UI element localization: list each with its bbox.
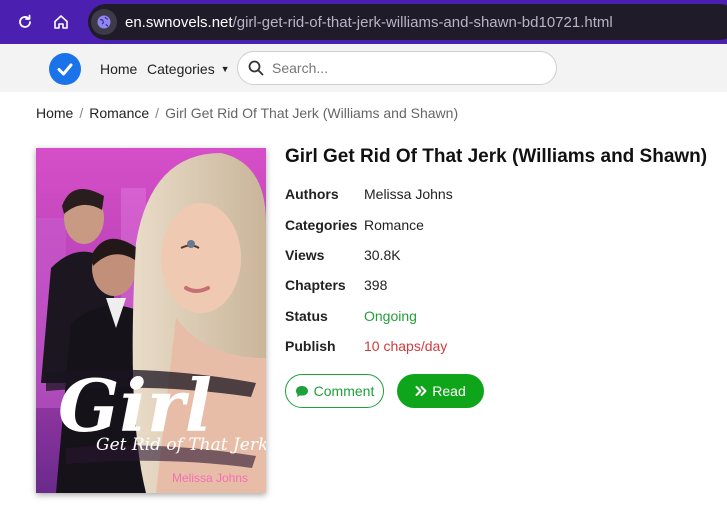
site-logo[interactable]: [49, 53, 81, 85]
comment-button[interactable]: Comment: [285, 374, 384, 408]
search-icon[interactable]: [248, 60, 264, 76]
author-link[interactable]: Melissa Johns: [364, 186, 453, 202]
checkmark-icon: [57, 63, 73, 76]
double-chevron-right-icon: [415, 386, 427, 396]
info-label: Publish: [285, 338, 336, 354]
book-cover-art: Girl Get Rid of That Jerk! Melissa Johns: [36, 148, 266, 493]
comment-icon: [295, 385, 308, 397]
address-bar[interactable]: en.swnovels.net/girl-get-rid-of-that-jer…: [88, 4, 727, 40]
info-label: Views: [285, 247, 325, 263]
views-value: 30.8K: [364, 247, 401, 263]
site-info-icon[interactable]: [91, 9, 117, 35]
url-host: en.swnovels.net: [125, 13, 233, 31]
breadcrumb: Home / Romance / Girl Get Rid Of That Jerk (…: [36, 105, 458, 121]
nav-categories-label: Categories: [147, 61, 215, 77]
read-button-label: Read: [432, 383, 466, 399]
search-input[interactable]: [272, 60, 532, 76]
nav-home-link[interactable]: Home: [100, 61, 137, 77]
book-cover[interactable]: Girl Get Rid of That Jerk! Melissa Johns: [36, 148, 266, 493]
site-header: Home Categories ▼: [0, 44, 727, 92]
info-label: Categories: [285, 217, 358, 233]
info-label: Status: [285, 308, 328, 324]
reload-button[interactable]: [12, 9, 38, 35]
breadcrumb-separator: /: [155, 105, 160, 121]
comment-button-label: Comment: [313, 383, 375, 399]
breadcrumb-current: Girl Get Rid Of That Jerk (Williams and …: [165, 105, 459, 121]
reload-icon: [19, 14, 31, 28]
read-button[interactable]: Read: [397, 374, 484, 408]
home-icon: [54, 15, 68, 29]
search-box: [237, 51, 557, 85]
caret-down-icon: ▼: [220, 64, 230, 74]
book-title: Girl Get Rid Of That Jerk (Williams and …: [285, 146, 708, 167]
browser-toolbar: en.swnovels.net/girl-get-rid-of-that-jer…: [0, 0, 727, 44]
home-button[interactable]: [48, 9, 74, 35]
status-value: Ongoing: [364, 308, 417, 324]
url-text[interactable]: en.swnovels.net/girl-get-rid-of-that-jer…: [125, 14, 613, 31]
url-path: /girl-get-rid-of-that-jerk-williams-and-…: [232, 13, 613, 31]
chapters-value: 398: [364, 277, 388, 293]
cover-subtitle: Get Rid of That Jerk!: [96, 435, 266, 455]
breadcrumb-category[interactable]: Romance: [89, 105, 149, 121]
category-link[interactable]: Romance: [364, 217, 424, 233]
info-label: Chapters: [285, 277, 346, 293]
breadcrumb-home[interactable]: Home: [36, 105, 73, 121]
breadcrumb-separator: /: [79, 105, 84, 121]
nav-categories-dropdown[interactable]: Categories ▼: [147, 61, 230, 77]
publish-value: 10 chaps/day: [364, 338, 448, 354]
info-label: Authors: [285, 186, 339, 202]
cover-author: Melissa Johns: [172, 471, 248, 485]
